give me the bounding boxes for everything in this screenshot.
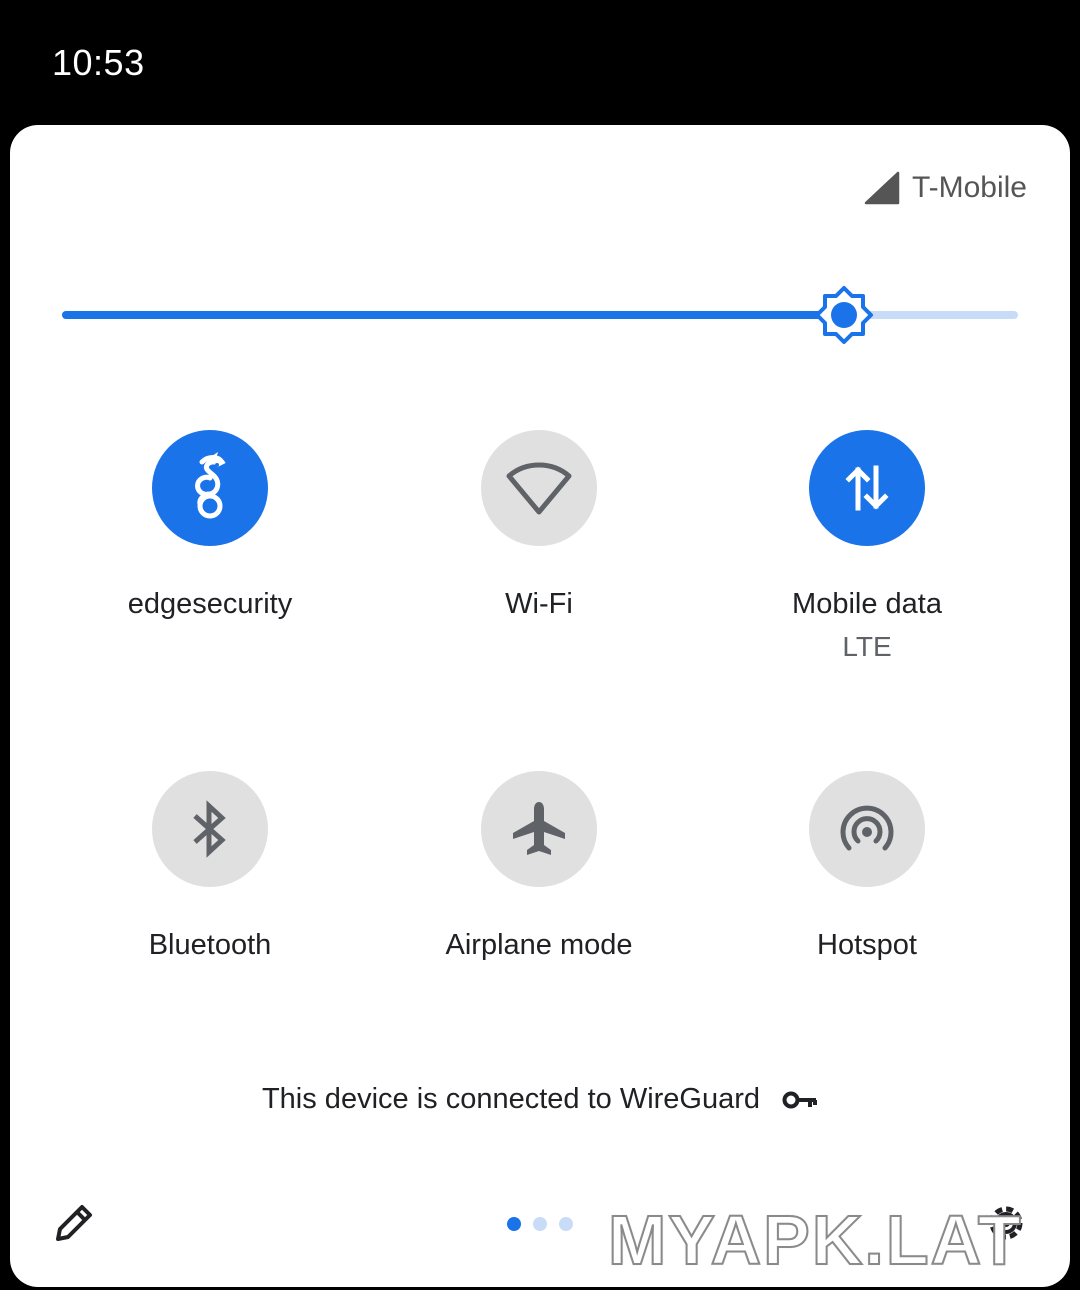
vpn-status-text: This device is connected to WireGuard xyxy=(261,1083,761,1115)
carrier-info: T-Mobile xyxy=(864,171,1027,205)
tile-mobile-data-label: Mobile data xyxy=(792,588,942,620)
edit-button[interactable] xyxy=(52,1201,96,1250)
tile-airplane-button[interactable] xyxy=(481,771,597,887)
brightness-slider[interactable] xyxy=(62,285,1018,345)
hotspot-icon xyxy=(840,805,894,851)
brightness-icon xyxy=(815,286,873,344)
tile-mobile-data-sublabel: LTE xyxy=(842,631,892,662)
carrier-name: T-Mobile xyxy=(911,171,1027,204)
airplane-icon xyxy=(513,802,565,855)
bluetooth-icon xyxy=(193,800,226,858)
mobile-data-arrows-icon xyxy=(845,465,889,511)
pencil-icon xyxy=(56,1205,92,1241)
key-icon xyxy=(782,1091,818,1108)
tile-mobile-data-button[interactable] xyxy=(809,430,925,546)
tile-bluetooth-label: Bluetooth xyxy=(148,929,272,961)
tile-edgesecurity[interactable]: edgesecurity xyxy=(60,430,360,621)
tile-mobile-data[interactable]: Mobile data LTE xyxy=(717,430,1017,663)
brightness-track-fill xyxy=(62,311,844,319)
tile-wifi-label: Wi-Fi xyxy=(505,588,573,620)
tile-airplane-label: Airplane mode xyxy=(445,929,633,961)
page-indicator xyxy=(507,1217,573,1231)
brightness-thumb[interactable] xyxy=(814,285,874,345)
tile-wifi[interactable]: Wi-Fi xyxy=(389,430,689,621)
tile-wifi-button[interactable] xyxy=(481,430,597,546)
tile-airplane[interactable]: Airplane mode xyxy=(389,771,689,962)
tile-hotspot-button[interactable] xyxy=(809,771,925,887)
page-dot[interactable] xyxy=(507,1217,521,1231)
page-dot[interactable] xyxy=(559,1217,573,1231)
watermark: MYAPK.LAT xyxy=(607,1200,1023,1280)
tile-bluetooth-button[interactable] xyxy=(152,771,268,887)
status-bar: 10:53 xyxy=(0,0,1080,125)
cell-signal-icon xyxy=(864,171,900,205)
tile-edgesecurity-label: edgesecurity xyxy=(127,588,293,620)
tile-edgesecurity-button[interactable] xyxy=(152,430,268,546)
wireguard-dragon-icon xyxy=(195,452,226,519)
page-dot[interactable] xyxy=(533,1217,547,1231)
quick-settings-panel: T-Mobile edgesecurity Wi-Fi Mobile data … xyxy=(10,125,1070,1287)
tile-hotspot-label: Hotspot xyxy=(817,929,917,961)
tile-bluetooth[interactable]: Bluetooth xyxy=(60,771,360,962)
clock: 10:53 xyxy=(52,42,145,83)
wifi-icon xyxy=(506,462,572,515)
vpn-status[interactable]: This device is connected to WireGuard xyxy=(10,1083,1070,1116)
tile-hotspot[interactable]: Hotspot xyxy=(717,771,1017,962)
